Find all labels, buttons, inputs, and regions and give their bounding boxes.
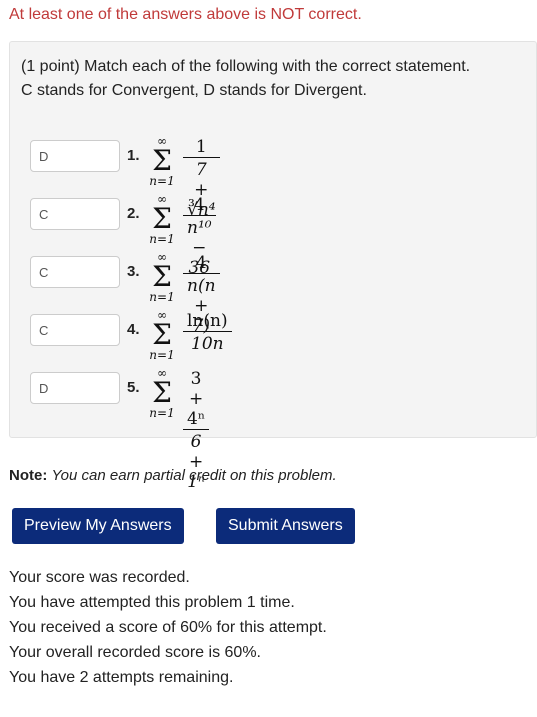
answer-input-5[interactable] xyxy=(30,372,120,404)
status-line: You have attempted this problem 1 time. xyxy=(9,594,295,611)
submit-answers-button[interactable]: Submit Answers xyxy=(216,508,355,544)
prompt-line-2: C stands for Convergent, D stands for Di… xyxy=(21,82,367,99)
item-number: 5. xyxy=(127,379,140,396)
status-line: Your score was recorded. xyxy=(9,569,190,586)
problem-item-4: 4. ∞Σn=1 ln(n)10n xyxy=(10,309,536,367)
preview-answers-button[interactable]: Preview My Answers xyxy=(12,508,184,544)
problem-prompt: (1 point) Match each of the following wi… xyxy=(21,55,526,103)
sigma-symbol: Σ xyxy=(152,202,172,235)
partial-credit-note: Note: You can earn partial credit on thi… xyxy=(9,467,337,484)
sum-lower: n=1 xyxy=(149,232,175,246)
sum-lower: n=1 xyxy=(149,406,175,420)
item-number: 1. xyxy=(127,147,140,164)
status-line: Your overall recorded score is 60%. xyxy=(9,644,261,661)
numerator: 4 xyxy=(193,195,205,215)
item-number: 4. xyxy=(127,321,140,338)
prompt-line-1: (1 point) Match each of the following wi… xyxy=(21,58,471,75)
problem-item-2: 2. ∞Σn=1 4n¹⁰ − 36 xyxy=(10,193,536,278)
score-status: Your score was recorded. You have attemp… xyxy=(9,565,327,690)
numerator: 4 xyxy=(195,253,207,273)
problem-item-3: 3. ∞Σn=1 4n(n + 7) xyxy=(10,251,536,336)
answer-input-3[interactable] xyxy=(30,256,120,288)
problem-item-1: 1. ∞Σn=1 17 + ∛n⁴ xyxy=(10,135,536,220)
item-number: 3. xyxy=(127,263,140,280)
numerator: 3 + 4ⁿ xyxy=(187,369,206,429)
sum-lower: n=1 xyxy=(149,174,175,188)
status-line: You received a score of 60% for this att… xyxy=(9,619,327,636)
answer-input-2[interactable] xyxy=(30,198,120,230)
note-label: Note: xyxy=(9,467,48,484)
status-line: You have 2 attempts remaining. xyxy=(9,669,234,686)
sum-lower: n=1 xyxy=(149,290,175,304)
note-text: You can earn partial credit on this prob… xyxy=(51,467,337,484)
problem-item-5: 5. ∞Σn=1 3 + 4ⁿ6 + 1ⁿ xyxy=(10,367,536,492)
sigma-symbol: Σ xyxy=(152,144,172,177)
denominator: 10n xyxy=(183,331,232,354)
alert-message: At least one of the answers above is NOT… xyxy=(9,6,362,23)
answer-input-1[interactable] xyxy=(30,140,120,172)
problem-panel: (1 point) Match each of the following wi… xyxy=(9,41,537,492)
sigma-symbol: Σ xyxy=(152,260,172,293)
numerator: 1 xyxy=(195,137,207,157)
sigma-symbol: Σ xyxy=(152,318,172,351)
answer-input-4[interactable] xyxy=(30,314,120,346)
item-number: 2. xyxy=(127,205,140,222)
sigma-symbol: Σ xyxy=(152,376,172,409)
numerator: ln(n) xyxy=(187,311,228,331)
sum-lower: n=1 xyxy=(149,348,175,362)
